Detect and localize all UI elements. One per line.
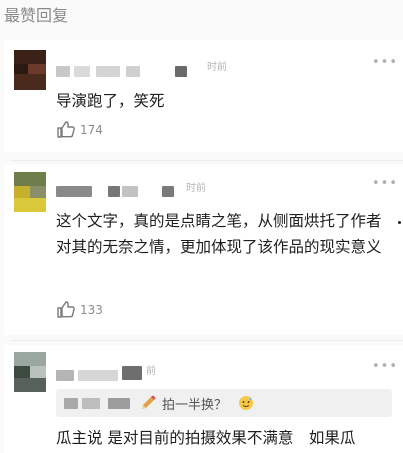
- avatar[interactable]: [14, 172, 46, 212]
- username[interactable]: [78, 370, 118, 381]
- like-count: 133: [80, 303, 103, 317]
- comment-text: 瓜主说 是对目前的拍摄效果不满意 如果瓜: [56, 429, 356, 447]
- quoted-username: [108, 398, 130, 409]
- more-dots-icon[interactable]: •••: [372, 55, 398, 70]
- username[interactable]: [122, 366, 142, 380]
- comment-text: 导演跑了，笑死: [56, 92, 165, 110]
- pencil-icon: [142, 395, 156, 409]
- comment-time: 时前: [207, 62, 227, 73]
- username[interactable]: [162, 186, 174, 197]
- like-button[interactable]: 174: [56, 119, 146, 139]
- username[interactable]: [56, 186, 92, 197]
- username[interactable]: [175, 66, 187, 77]
- quoted-username: [82, 398, 100, 409]
- username[interactable]: [126, 66, 140, 77]
- comment-time: 前: [146, 366, 156, 377]
- username[interactable]: [96, 66, 120, 77]
- section-title: 最赞回复: [4, 6, 69, 25]
- more-dots-icon[interactable]: •••: [372, 359, 398, 374]
- username[interactable]: [56, 370, 74, 381]
- more-dots-icon[interactable]: •••: [372, 176, 398, 191]
- avatar[interactable]: [14, 50, 46, 90]
- divider: [10, 160, 403, 161]
- quoted-text: 拍一半换？: [162, 398, 228, 413]
- username[interactable]: [56, 66, 70, 77]
- username[interactable]: [108, 186, 120, 197]
- quoted-username: [64, 398, 78, 409]
- divider: [10, 340, 403, 341]
- thumbs-up-icon: [57, 121, 75, 138]
- username[interactable]: [74, 66, 90, 77]
- thumbs-up-icon: [57, 301, 75, 318]
- comment-text: 这个文字，真的是点睛之笔，从侧面烘托了作者对其的无奈之情，更加体现了该作品的现实…: [56, 212, 382, 256]
- username[interactable]: [122, 186, 138, 197]
- sweat-smile-emoji-icon: [239, 396, 253, 410]
- like-count: 174: [80, 123, 103, 137]
- quoted-reply[interactable]: 拍一半换？: [56, 389, 392, 417]
- scroll-indicator: [398, 221, 401, 224]
- comment-time: 时前: [186, 183, 206, 194]
- like-button[interactable]: 133: [56, 299, 146, 319]
- avatar[interactable]: [14, 352, 46, 392]
